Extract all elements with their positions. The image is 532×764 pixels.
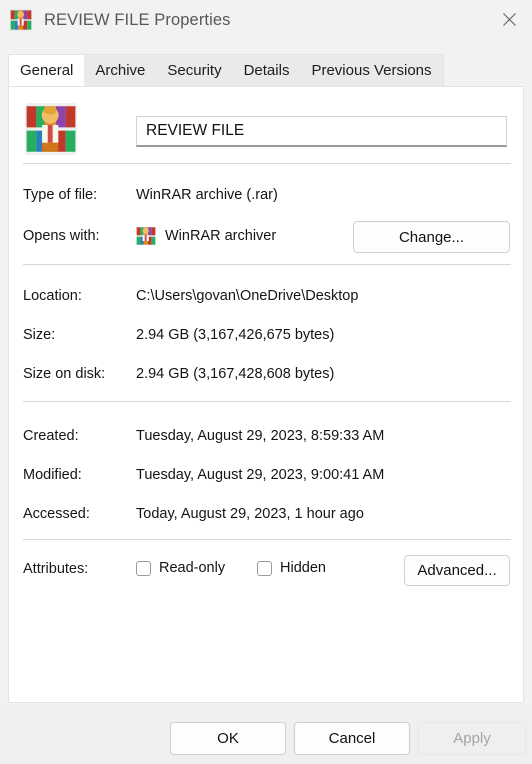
label-accessed: Accessed: <box>23 506 90 522</box>
advanced-button[interactable]: Advanced... <box>404 555 510 586</box>
value-opens-with: WinRAR archiver <box>136 226 276 246</box>
checkbox-box <box>136 560 151 576</box>
file-header: REVIEW FILE <box>9 95 523 157</box>
label-attributes: Attributes: <box>23 561 89 577</box>
separator-1 <box>23 163 511 164</box>
value-type-of-file: WinRAR archive (.rar) <box>136 187 278 203</box>
winrar-archive-icon <box>25 103 77 155</box>
label-opens-with: Opens with: <box>23 228 100 244</box>
opens-with-app-name: WinRAR archiver <box>165 228 277 244</box>
tab-security[interactable]: Security <box>156 55 232 86</box>
row-modified: Modified: Tuesday, August 29, 2023, 9:00… <box>9 464 523 486</box>
value-location: C:\Users\govan\OneDrive\Desktop <box>136 288 359 304</box>
row-size-on-disk: Size on disk: 2.94 GB (3,167,428,608 byt… <box>9 363 523 385</box>
separator-3 <box>23 401 511 402</box>
winrar-icon <box>10 9 32 31</box>
row-size: Size: 2.94 GB (3,167,426,675 bytes) <box>9 324 523 346</box>
ok-button[interactable]: OK <box>170 722 286 755</box>
value-created: Tuesday, August 29, 2023, 8:59:33 AM <box>136 428 385 444</box>
row-type-of-file: Type of file: WinRAR archive (.rar) <box>9 184 523 206</box>
tab-previous-versions[interactable]: Previous Versions <box>300 55 442 86</box>
label-location: Location: <box>23 288 82 304</box>
label-modified: Modified: <box>23 467 82 483</box>
value-accessed: Today, August 29, 2023, 1 hour ago <box>136 506 364 522</box>
filename-value: REVIEW FILE <box>146 122 245 139</box>
tab-archive[interactable]: Archive <box>84 55 156 86</box>
row-created: Created: Tuesday, August 29, 2023, 8:59:… <box>9 425 523 447</box>
value-size: 2.94 GB (3,167,426,675 bytes) <box>136 327 335 343</box>
properties-dialog: REVIEW FILE Properties General Archive S… <box>0 0 532 764</box>
close-icon[interactable] <box>486 0 532 38</box>
label-size: Size: <box>23 327 56 343</box>
label-size-on-disk: Size on disk: <box>23 366 106 382</box>
tab-strip: General Archive Security Details Previou… <box>8 54 444 86</box>
separator-2 <box>23 264 511 265</box>
row-location: Location: C:\Users\govan\OneDrive\Deskto… <box>9 285 523 307</box>
label-type-of-file: Type of file: <box>23 187 98 203</box>
title-bar: REVIEW FILE Properties <box>0 0 532 40</box>
value-size-on-disk: 2.94 GB (3,167,428,608 bytes) <box>136 366 335 382</box>
apply-button: Apply <box>418 722 526 755</box>
row-accessed: Accessed: Today, August 29, 2023, 1 hour… <box>9 503 523 525</box>
separator-4 <box>23 539 511 540</box>
window-title: REVIEW FILE Properties <box>44 10 231 29</box>
filename-input[interactable]: REVIEW FILE <box>136 116 507 147</box>
readonly-label: Read-only <box>159 560 226 576</box>
readonly-checkbox[interactable]: Read-only <box>136 560 225 576</box>
hidden-checkbox[interactable]: Hidden <box>257 560 326 576</box>
hidden-label: Hidden <box>280 560 326 576</box>
value-modified: Tuesday, August 29, 2023, 9:00:41 AM <box>136 467 385 483</box>
label-created: Created: <box>23 428 79 444</box>
change-button[interactable]: Change... <box>353 221 510 253</box>
tab-general[interactable]: General <box>9 55 85 86</box>
dialog-footer: OK Cancel Apply <box>0 704 532 764</box>
cancel-button[interactable]: Cancel <box>294 722 410 755</box>
checkbox-box <box>257 560 272 576</box>
general-tab-panel: REVIEW FILE Type of file: WinRAR archive… <box>8 86 524 703</box>
winrar-icon <box>136 226 156 246</box>
tab-details[interactable]: Details <box>233 55 301 86</box>
